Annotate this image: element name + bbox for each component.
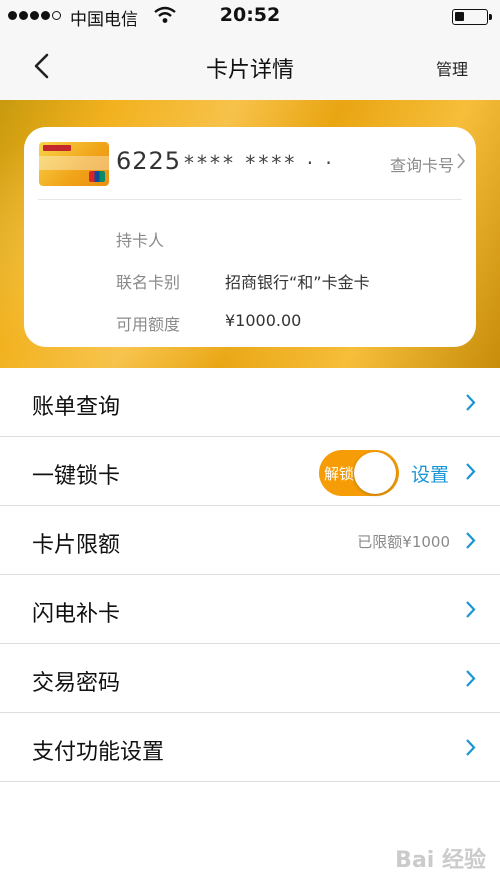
baidu-watermark: Bai 经验 (395, 848, 486, 873)
list-item-payment-settings[interactable]: 支付功能设置 (0, 713, 500, 782)
battery-icon (452, 9, 488, 25)
list-item-bill-query[interactable]: 账单查询 (0, 368, 500, 437)
card-type-value: 招商银行“和”卡金卡 (225, 273, 370, 292)
chevron-right-icon (466, 463, 476, 480)
toggle-knob (354, 452, 396, 494)
card-options-list: 账单查询 一键锁卡 解锁 设置 卡片限额 已限额¥1000 闪电补卡 交易密码 (0, 368, 500, 782)
available-credit-label: 可用额度 (116, 315, 181, 334)
chevron-right-icon (466, 532, 476, 549)
card-type-label: 联名卡别 (116, 273, 181, 292)
list-item-instant-card-replacement[interactable]: 闪电补卡 (0, 575, 500, 644)
list-item-card-limit[interactable]: 卡片限额 已限额¥1000 (0, 506, 500, 575)
battery-tip (489, 14, 492, 20)
status-bar: 中国电信 20:52 (0, 0, 500, 32)
list-item-quick-lock[interactable]: 一键锁卡 解锁 设置 (0, 437, 500, 506)
unionpay-logo (89, 171, 105, 182)
manage-button[interactable]: 管理 (436, 56, 468, 80)
list-item-label: 支付功能设置 (32, 740, 165, 765)
chevron-right-icon[interactable] (456, 152, 466, 170)
chevron-right-icon (466, 394, 476, 411)
lock-toggle-switch[interactable]: 解锁 (319, 450, 399, 496)
toggle-text: 解锁 (324, 465, 355, 483)
list-item-transaction-password[interactable]: 交易密码 (0, 644, 500, 713)
status-time: 20:52 (219, 4, 281, 26)
cardholder-label: 持卡人 (116, 231, 165, 250)
chevron-right-icon (466, 601, 476, 618)
list-item-label: 卡片限额 (32, 533, 121, 558)
lock-settings-link[interactable]: 设置 (411, 460, 449, 487)
available-credit-value: ¥1000.00 (225, 311, 302, 330)
card-thumbnail-image (39, 142, 109, 186)
chevron-right-icon (466, 670, 476, 687)
list-item-label: 账单查询 (32, 395, 121, 420)
chevron-right-icon (466, 739, 476, 756)
card-divider (38, 199, 462, 200)
card-number-prefix: 6225 (116, 147, 182, 175)
card-number-masked: **** **** · · (184, 151, 335, 175)
list-item-label: 闪电补卡 (32, 602, 121, 627)
page-title: 卡片详情 (205, 58, 294, 83)
list-item-label: 交易密码 (32, 671, 121, 696)
navigation-bar: 卡片详情 管理 (0, 32, 500, 100)
limit-status-text: 已限额¥1000 (357, 533, 450, 551)
list-item-label: 一键锁卡 (32, 464, 121, 489)
query-card-number-link[interactable]: 查询卡号 (390, 152, 454, 176)
bank-card-panel: 6225 **** **** · · 查询卡号 持卡人 联名卡别 招商银行“和”… (24, 127, 476, 347)
